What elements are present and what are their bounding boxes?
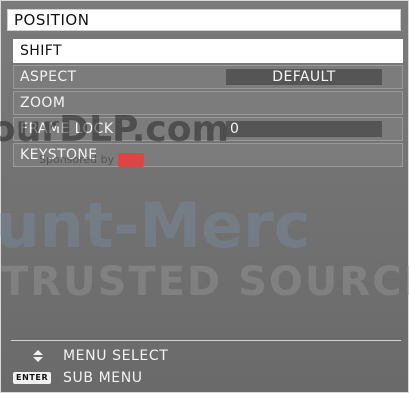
menu-item-zoom[interactable]: ZOOM bbox=[13, 91, 403, 115]
menu-item-frame-lock[interactable]: FRAME LOCK 0 bbox=[13, 117, 403, 141]
menu-item-label: SHIFT bbox=[20, 43, 62, 59]
up-down-arrows-icon bbox=[33, 350, 43, 362]
menu-item-label: ZOOM bbox=[20, 95, 66, 111]
footer-help: MENU SELECT ENTER SUB MENU bbox=[1, 345, 409, 389]
menu-select-label: MENU SELECT bbox=[63, 348, 169, 364]
watermark-brand: ount-Merc bbox=[0, 189, 311, 262]
menu-item-label: ASPECT bbox=[20, 69, 77, 85]
position-menu-panel: POSITION SHIFT ASPECT DEFAULT ZOOM FRAME… bbox=[0, 0, 409, 393]
menu-item-label: FRAME LOCK bbox=[20, 121, 114, 137]
menu-item-label: KEYSTONE bbox=[20, 147, 98, 163]
frame-lock-value: 0 bbox=[226, 121, 382, 137]
footer-menu-select: MENU SELECT bbox=[1, 345, 409, 367]
enter-key-icon: ENTER bbox=[13, 372, 52, 384]
menu-title: POSITION bbox=[7, 9, 401, 31]
watermark-tagline: TRUSTED SOURCE FO bbox=[1, 259, 409, 305]
menu-item-aspect[interactable]: ASPECT DEFAULT bbox=[13, 65, 403, 89]
menu-item-shift[interactable]: SHIFT bbox=[13, 39, 403, 63]
footer-divider bbox=[11, 340, 401, 341]
menu-item-keystone[interactable]: KEYSTONE bbox=[13, 143, 403, 167]
menu-list: SHIFT ASPECT DEFAULT ZOOM FRAME LOCK 0 K… bbox=[13, 39, 403, 169]
aspect-value: DEFAULT bbox=[226, 69, 382, 85]
footer-sub-menu: ENTER SUB MENU bbox=[1, 367, 409, 389]
sub-menu-label: SUB MENU bbox=[63, 370, 143, 386]
